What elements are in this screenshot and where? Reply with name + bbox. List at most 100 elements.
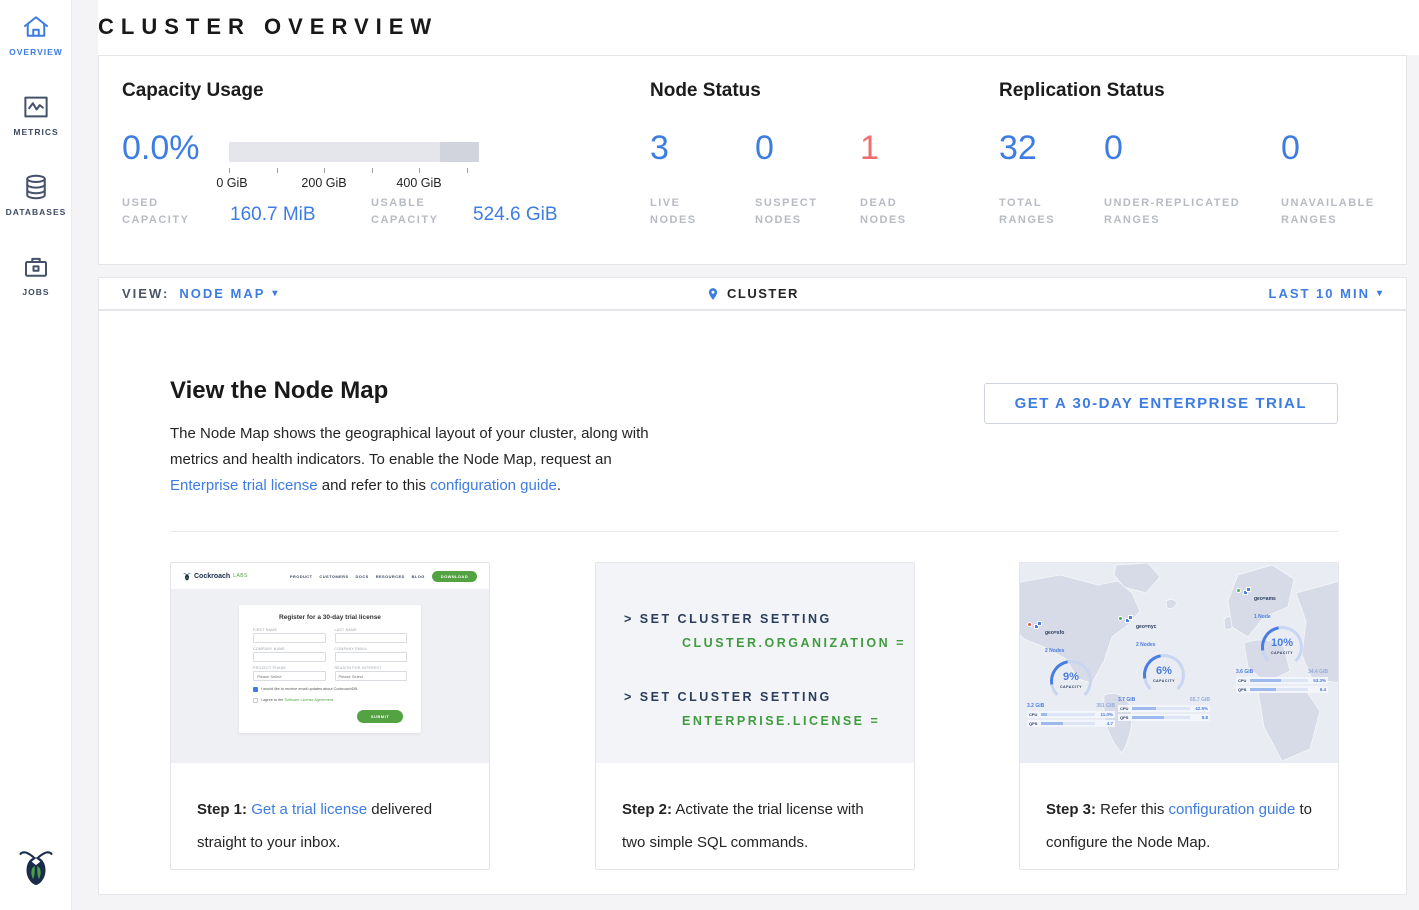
sidebar-item-databases[interactable]: DATABASES bbox=[0, 172, 72, 217]
view-label: VIEW: bbox=[122, 286, 169, 301]
dead-nodes-label: DEAD NODES bbox=[860, 195, 907, 229]
home-icon bbox=[21, 12, 51, 42]
configuration-guide-link[interactable]: configuration guide bbox=[430, 477, 557, 494]
unavailable-ranges-label: UNAVAILABLE RANGES bbox=[1281, 195, 1375, 229]
site-brand-suffix: LABS bbox=[233, 573, 248, 579]
site-nav-item: CUSTOMERS bbox=[319, 574, 348, 579]
enterprise-trial-license-link[interactable]: Enterprise trial license bbox=[170, 477, 318, 494]
promo-title: View the Node Map bbox=[170, 377, 388, 405]
live-nodes-value: 3 bbox=[650, 129, 669, 168]
site-input bbox=[335, 652, 408, 662]
breadcrumb-cluster: CLUSTER bbox=[727, 286, 799, 301]
step-1-image: Cockroach LABS PRODUCT CUSTOMERS DOCS RE… bbox=[171, 563, 489, 763]
database-icon bbox=[21, 172, 51, 202]
step-3-caption: Step 3: Refer this configuration guide t… bbox=[1020, 763, 1338, 859]
step-3-image: geo=sfo 2 Nodes 9% CAPACITY 3.2 GiB 351 … bbox=[1020, 563, 1338, 763]
suspect-nodes-value: 0 bbox=[755, 129, 774, 168]
site-brand-name: Cockroach bbox=[194, 573, 230, 580]
sql-command-arg: CLUSTER.ORGANIZATION = bbox=[624, 631, 914, 655]
sql-command-line: > SET CLUSTER SETTING bbox=[624, 607, 914, 631]
site-checkbox-checked bbox=[253, 687, 258, 692]
gauge-tick-0: 0 GiB bbox=[216, 176, 247, 190]
site-nav-item: DOCS bbox=[356, 574, 369, 579]
cockroachdb-logo-icon bbox=[0, 845, 72, 892]
site-input bbox=[253, 652, 326, 662]
cockroach-labs-logo-icon bbox=[183, 572, 191, 581]
configuration-guide-link[interactable]: configuration guide bbox=[1169, 801, 1296, 818]
view-selector-dropdown[interactable]: NODE MAP ▾ bbox=[179, 286, 279, 301]
usable-capacity-value: 524.6 GiB bbox=[473, 204, 558, 226]
site-select: Please Select bbox=[253, 671, 326, 681]
suspect-nodes-label: SUSPECT NODES bbox=[755, 195, 817, 229]
replication-status-title: Replication Status bbox=[999, 80, 1165, 102]
total-ranges-label: TOTAL RANGES bbox=[999, 195, 1055, 229]
node-stack-icon bbox=[1243, 587, 1252, 596]
site-nav-item: RESOURCES bbox=[376, 574, 405, 579]
site-select: Please Select bbox=[335, 671, 408, 681]
status-dot-green bbox=[1118, 616, 1123, 621]
step-2-image: > SET CLUSTER SETTING CLUSTER.ORGANIZATI… bbox=[596, 563, 914, 763]
status-dot-green bbox=[1236, 588, 1241, 593]
status-dot-red bbox=[1027, 622, 1032, 627]
node-status-title: Node Status bbox=[650, 80, 761, 102]
sidebar-item-label: DATABASES bbox=[0, 207, 72, 217]
time-range-value: LAST 10 MIN bbox=[1269, 286, 1370, 301]
capacity-gauge-segment bbox=[440, 142, 479, 162]
page-title: CLUSTER OVERVIEW bbox=[98, 14, 438, 40]
unavailable-ranges-value: 0 bbox=[1281, 129, 1300, 168]
promo-description: The Node Map shows the geographical layo… bbox=[170, 421, 650, 499]
under-replicated-ranges-value: 0 bbox=[1104, 129, 1123, 168]
cluster-summary-panel: Capacity Usage 0.0% 0 GiB 200 GiB 400 Gi… bbox=[98, 55, 1407, 265]
site-form-title: Register for a 30-day trial license bbox=[253, 614, 407, 621]
site-download-button: DOWNLOAD bbox=[432, 571, 477, 582]
live-nodes-label: LIVE NODES bbox=[650, 195, 697, 229]
sidebar-item-jobs[interactable]: JOBS bbox=[0, 252, 72, 297]
sql-command-line: > SET CLUSTER SETTING bbox=[624, 685, 914, 709]
sql-command-arg: ENTERPRISE.LICENSE = bbox=[624, 709, 914, 733]
under-replicated-ranges-label: UNDER-REPLICATED RANGES bbox=[1104, 195, 1240, 229]
briefcase-icon bbox=[21, 252, 51, 282]
capacity-usage-title: Capacity Usage bbox=[122, 80, 264, 102]
get-trial-license-link[interactable]: Get a trial license bbox=[251, 801, 367, 818]
site-nav-item: BLOG bbox=[412, 574, 425, 579]
sidebar-item-label: METRICS bbox=[0, 127, 72, 137]
location-pin-icon bbox=[706, 286, 720, 302]
node-map-promo-panel: View the Node Map The Node Map shows the… bbox=[98, 310, 1407, 895]
chevron-down-icon: ▾ bbox=[1377, 288, 1384, 299]
capacity-gauge: 6% CAPACITY bbox=[1143, 654, 1185, 696]
capacity-gauge-bar bbox=[229, 142, 479, 162]
divider bbox=[170, 531, 1338, 532]
node-stack-icon bbox=[1034, 621, 1043, 630]
capacity-gauge: 9% CAPACITY bbox=[1050, 660, 1092, 702]
step-1-card: Cockroach LABS PRODUCT CUSTOMERS DOCS RE… bbox=[170, 562, 490, 870]
step-2-caption: Step 2: Activate the trial license with … bbox=[596, 763, 914, 859]
view-bar: VIEW: NODE MAP ▾ CLUSTER LAST 10 MIN ▾ bbox=[98, 277, 1407, 310]
sidebar-item-label: OVERVIEW bbox=[0, 47, 72, 57]
metrics-chart-icon bbox=[21, 92, 51, 122]
step-2-card: > SET CLUSTER SETTING CLUSTER.ORGANIZATI… bbox=[595, 562, 915, 870]
site-submit-button: SUBMIT bbox=[357, 710, 403, 723]
total-ranges-value: 32 bbox=[999, 129, 1037, 168]
site-input bbox=[253, 633, 326, 643]
sidebar-item-label: JOBS bbox=[0, 287, 72, 297]
enterprise-trial-button[interactable]: GET A 30-DAY ENTERPRISE TRIAL bbox=[984, 383, 1338, 424]
usable-capacity-label: USABLE CAPACITY bbox=[371, 195, 438, 229]
step-1-caption: Step 1: Get a trial license delivered st… bbox=[171, 763, 489, 859]
sidebar-item-metrics[interactable]: METRICS bbox=[0, 92, 72, 137]
node-stack-icon bbox=[1125, 615, 1134, 624]
map-region-ams: geo=ams 1 Node 10% CAPACITY 3.6 GiB 34.4… bbox=[1236, 587, 1328, 693]
map-region-sfo: geo=sfo 2 Nodes 9% CAPACITY 3.2 GiB 351 … bbox=[1027, 621, 1115, 727]
step-3-card: geo=sfo 2 Nodes 9% CAPACITY 3.2 GiB 351 … bbox=[1019, 562, 1339, 870]
map-region-nyc: geo=nyc 2 Nodes 6% CAPACITY 3.7 GiB 65.7… bbox=[1118, 615, 1210, 721]
gauge-tick-400: 400 GiB bbox=[396, 176, 441, 190]
gauge-tick-200: 200 GiB bbox=[301, 176, 346, 190]
used-capacity-label: USED CAPACITY bbox=[122, 195, 189, 229]
site-input bbox=[335, 633, 408, 643]
node-map-preview: geo=sfo 2 Nodes 9% CAPACITY 3.2 GiB 351 … bbox=[1020, 563, 1338, 763]
capacity-used-percent: 0.0% bbox=[122, 129, 200, 168]
site-checkbox-unchecked bbox=[253, 698, 258, 703]
site-nav-item: PRODUCT bbox=[290, 574, 313, 579]
view-selector-value: NODE MAP bbox=[179, 286, 265, 301]
sidebar-item-overview[interactable]: OVERVIEW bbox=[0, 12, 72, 57]
time-range-dropdown[interactable]: LAST 10 MIN ▾ bbox=[1269, 286, 1385, 301]
